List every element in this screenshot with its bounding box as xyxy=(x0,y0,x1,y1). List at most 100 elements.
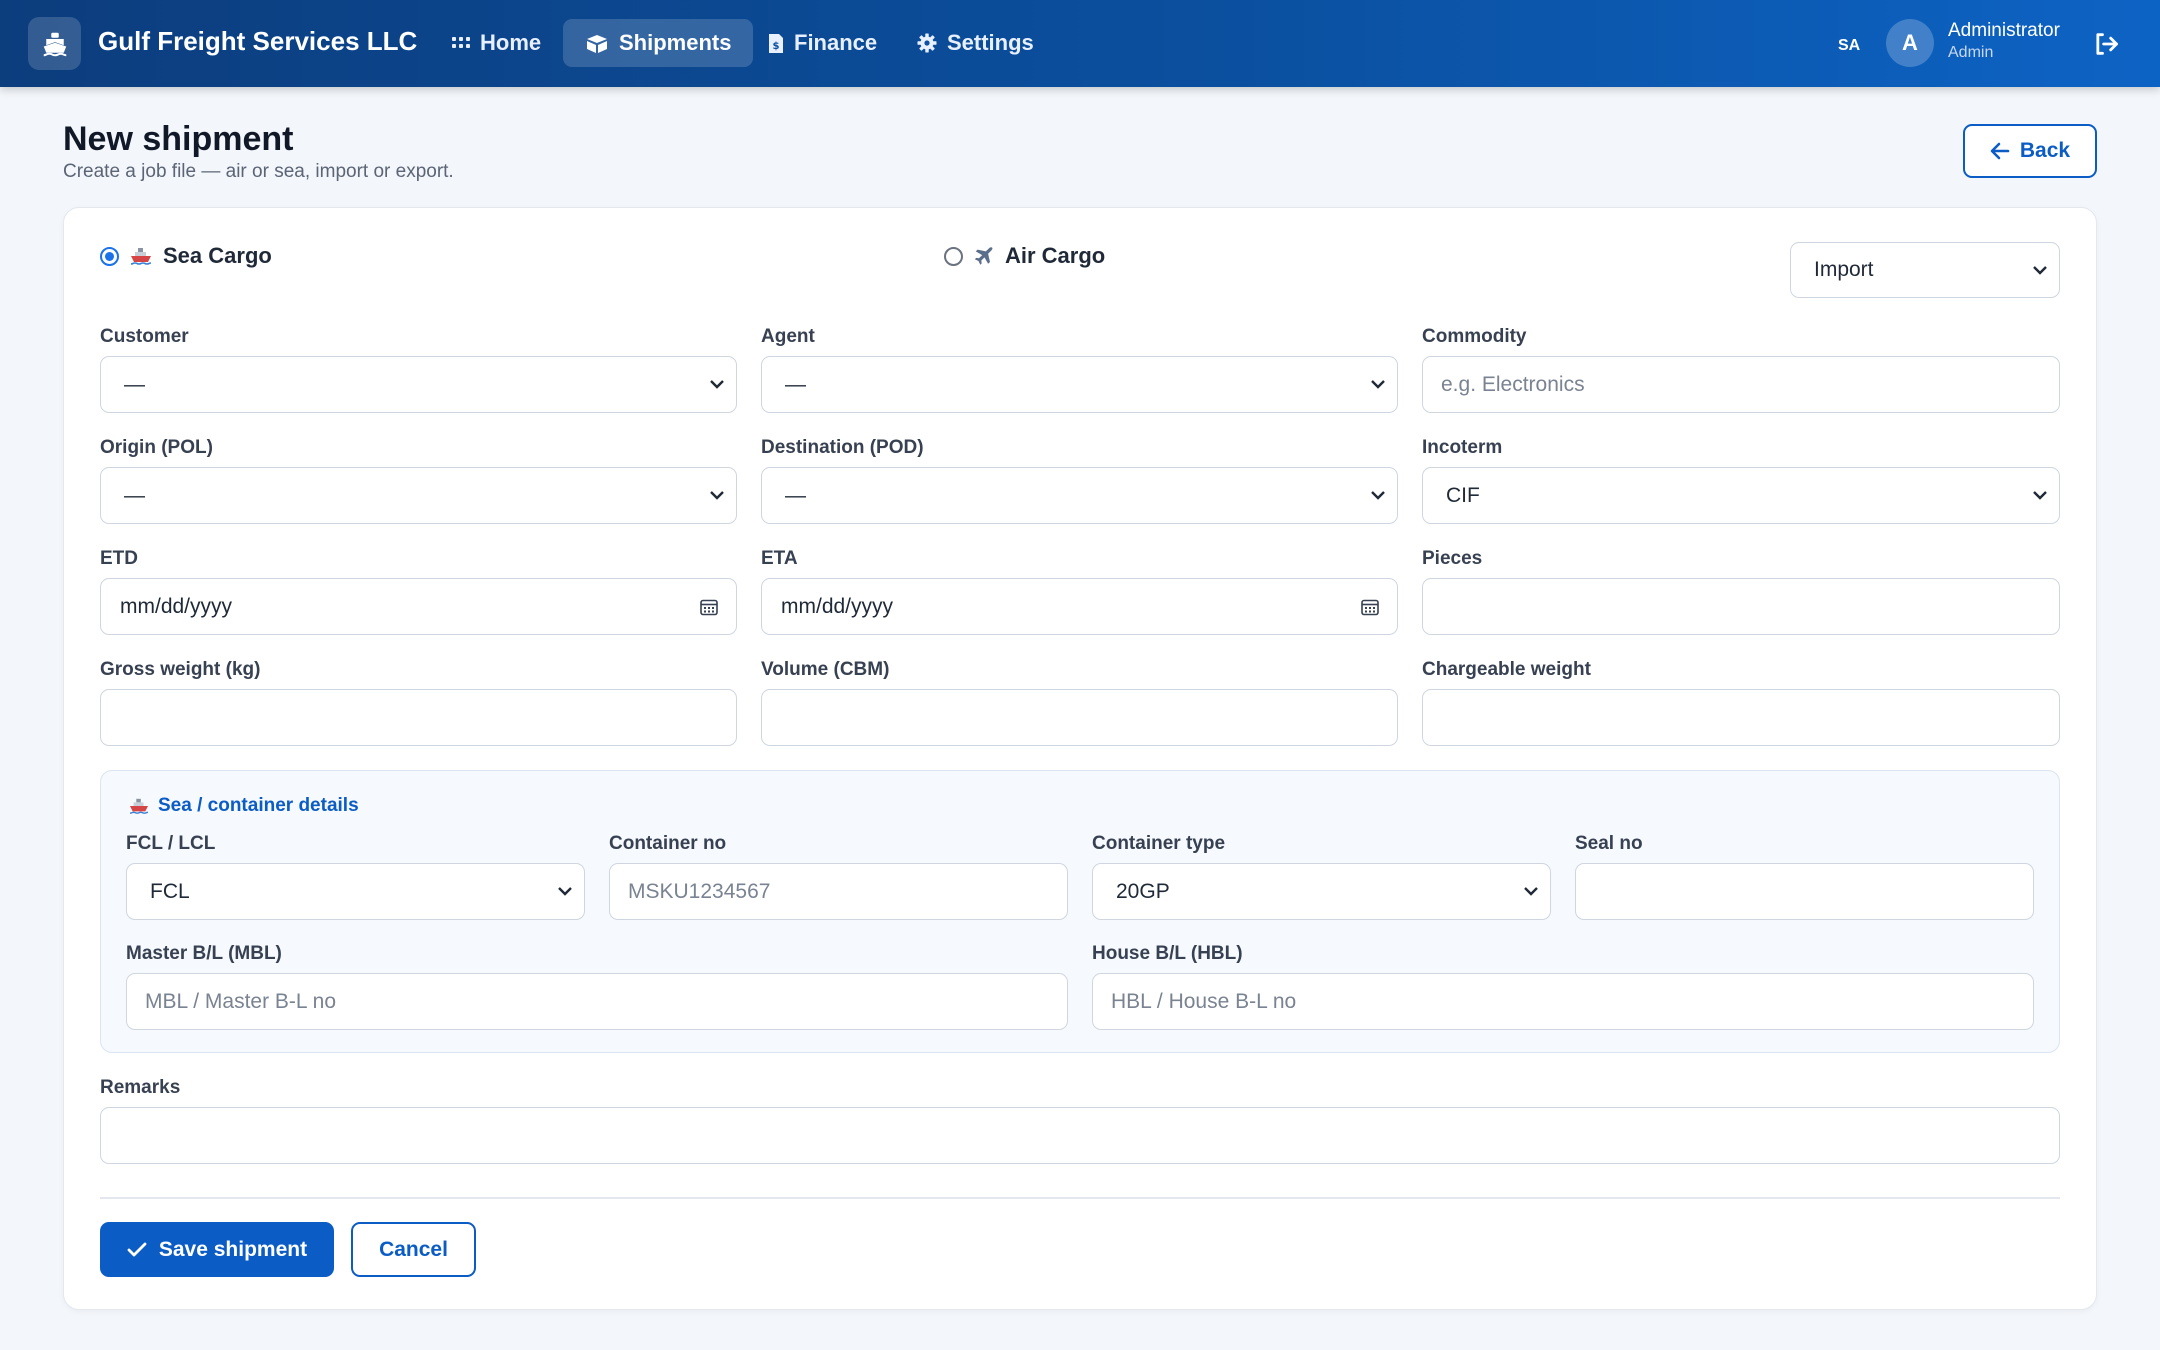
remarks-label: Remarks xyxy=(100,1077,181,1098)
gear-icon xyxy=(917,33,937,53)
container-type-select[interactable]: 20GP xyxy=(1092,863,1551,920)
avatar[interactable]: A xyxy=(1886,19,1934,67)
sea-details-title-text: Sea / container details xyxy=(158,795,359,816)
save-shipment-button[interactable]: Save shipment xyxy=(100,1222,334,1277)
destination-select[interactable]: — xyxy=(761,467,1398,524)
etd-value: mm/dd/yyyy xyxy=(120,594,233,618)
cancel-button[interactable]: Cancel xyxy=(351,1222,476,1277)
chevron-down-icon xyxy=(1371,380,1385,389)
hbl-placeholder: HBL / House B-L no xyxy=(1111,989,1297,1013)
etd-label: ETD xyxy=(100,548,138,569)
back-button-label: Back xyxy=(2019,139,2071,162)
mbl-input[interactable]: MBL / Master B-L no xyxy=(126,973,1068,1030)
direction-value: Import xyxy=(1814,258,1874,281)
container-type-label: Container type xyxy=(1092,833,1226,854)
commodity-input[interactable]: e.g. Electronics xyxy=(1422,356,2060,413)
incoterm-label: Incoterm xyxy=(1422,437,1503,458)
eta-value: mm/dd/yyyy xyxy=(781,594,894,618)
direction-select[interactable]: Import xyxy=(1790,242,2060,298)
customer-select[interactable]: — xyxy=(100,356,737,413)
incoterm-value: CIF xyxy=(1446,483,1480,507)
sea-cargo-option[interactable]: Sea Cargo xyxy=(100,243,272,269)
volume-input[interactable] xyxy=(761,689,1398,746)
gross-weight-input[interactable] xyxy=(100,689,737,746)
customer-label: Customer xyxy=(100,326,189,347)
hbl-label: House B/L (HBL) xyxy=(1092,943,1243,964)
etd-date-input[interactable]: mm/dd/yyyy xyxy=(100,578,737,635)
destination-value: — xyxy=(785,483,806,507)
svg-text:$: $ xyxy=(773,41,780,52)
gross-weight-label: Gross weight (kg) xyxy=(100,659,261,680)
container-no-input[interactable]: MSKU1234567 xyxy=(609,863,1068,920)
pieces-input[interactable] xyxy=(1422,578,2060,635)
ship-icon xyxy=(130,248,152,265)
chevron-down-icon xyxy=(558,887,572,896)
check-icon xyxy=(127,1242,147,1256)
destination-label: Destination (POD) xyxy=(761,437,924,458)
eta-label: ETA xyxy=(761,548,798,569)
nav-home[interactable]: Home xyxy=(430,19,563,67)
fcl-lcl-label: FCL / LCL xyxy=(126,833,216,854)
container-no-placeholder: MSKU1234567 xyxy=(628,879,771,903)
origin-label: Origin (POL) xyxy=(100,437,213,458)
top-navbar: Gulf Freight Services LLC Home Shipments… xyxy=(0,0,2160,87)
seal-no-input[interactable] xyxy=(1575,863,2034,920)
airplane-icon xyxy=(974,247,993,265)
ship-icon xyxy=(129,798,149,814)
save-shipment-label: Save shipment xyxy=(158,1237,308,1261)
arrow-left-icon xyxy=(1990,142,2010,160)
nav-shipments-label: Shipments xyxy=(619,30,732,55)
fcl-lcl-select[interactable]: FCL xyxy=(126,863,585,920)
nav-settings-label: Settings xyxy=(947,30,1034,55)
origin-select[interactable]: — xyxy=(100,467,737,524)
chevron-down-icon xyxy=(2033,265,2047,275)
nav-finance-label: Finance xyxy=(794,30,878,55)
hbl-input[interactable]: HBL / House B-L no xyxy=(1092,973,2034,1030)
seal-no-label: Seal no xyxy=(1575,833,1643,854)
calendar-icon[interactable] xyxy=(1361,598,1379,616)
mbl-label: Master B/L (MBL) xyxy=(126,943,282,964)
nav-shipments[interactable]: Shipments xyxy=(563,19,754,67)
air-cargo-label: Air Cargo xyxy=(1005,243,1106,268)
back-button[interactable]: Back xyxy=(1963,124,2097,178)
incoterm-select[interactable]: CIF xyxy=(1422,467,2060,524)
fcl-lcl-value: FCL xyxy=(150,879,190,903)
sea-cargo-radio[interactable] xyxy=(100,246,119,266)
air-cargo-radio[interactable] xyxy=(944,246,963,266)
page-subtitle: Create a job file — air or sea, import o… xyxy=(63,161,454,182)
user-name: Administrator xyxy=(1948,20,2060,41)
mbl-placeholder: MBL / Master B-L no xyxy=(145,989,337,1013)
volume-label: Volume (CBM) xyxy=(761,659,890,680)
air-cargo-option[interactable]: Air Cargo xyxy=(944,243,1105,269)
logout-icon[interactable] xyxy=(2092,30,2120,58)
chevron-down-icon xyxy=(710,380,724,389)
chevron-down-icon xyxy=(1371,491,1385,500)
eta-date-input[interactable]: mm/dd/yyyy xyxy=(761,578,1398,635)
user-role: Admin xyxy=(1948,44,1994,61)
ship-logo-icon xyxy=(28,17,81,70)
language-switch[interactable]: SA xyxy=(1838,37,1860,55)
agent-label: Agent xyxy=(761,326,815,347)
customer-value: — xyxy=(124,372,145,396)
commodity-placeholder: e.g. Electronics xyxy=(1441,372,1585,396)
box-icon xyxy=(587,35,607,53)
brand-name[interactable]: Gulf Freight Services LLC xyxy=(98,26,417,57)
container-type-value: 20GP xyxy=(1116,879,1170,903)
chevron-down-icon xyxy=(2033,491,2047,500)
chargeable-weight-input[interactable] xyxy=(1422,689,2060,746)
remarks-input[interactable] xyxy=(100,1107,2060,1164)
origin-value: — xyxy=(124,483,145,507)
form-divider xyxy=(100,1197,2060,1199)
sea-cargo-label: Sea Cargo xyxy=(163,243,272,268)
grid-icon xyxy=(452,37,470,48)
nav-settings[interactable]: Settings xyxy=(895,19,1056,67)
agent-value: — xyxy=(785,372,806,396)
nav-finance[interactable]: $ Finance xyxy=(746,19,899,67)
chargeable-weight-label: Chargeable weight xyxy=(1422,659,1591,680)
commodity-label: Commodity xyxy=(1422,326,1527,347)
calendar-icon[interactable] xyxy=(700,598,718,616)
nav-home-label: Home xyxy=(480,30,542,55)
agent-select[interactable]: — xyxy=(761,356,1398,413)
container-no-label: Container no xyxy=(609,833,727,854)
chevron-down-icon xyxy=(710,491,724,500)
